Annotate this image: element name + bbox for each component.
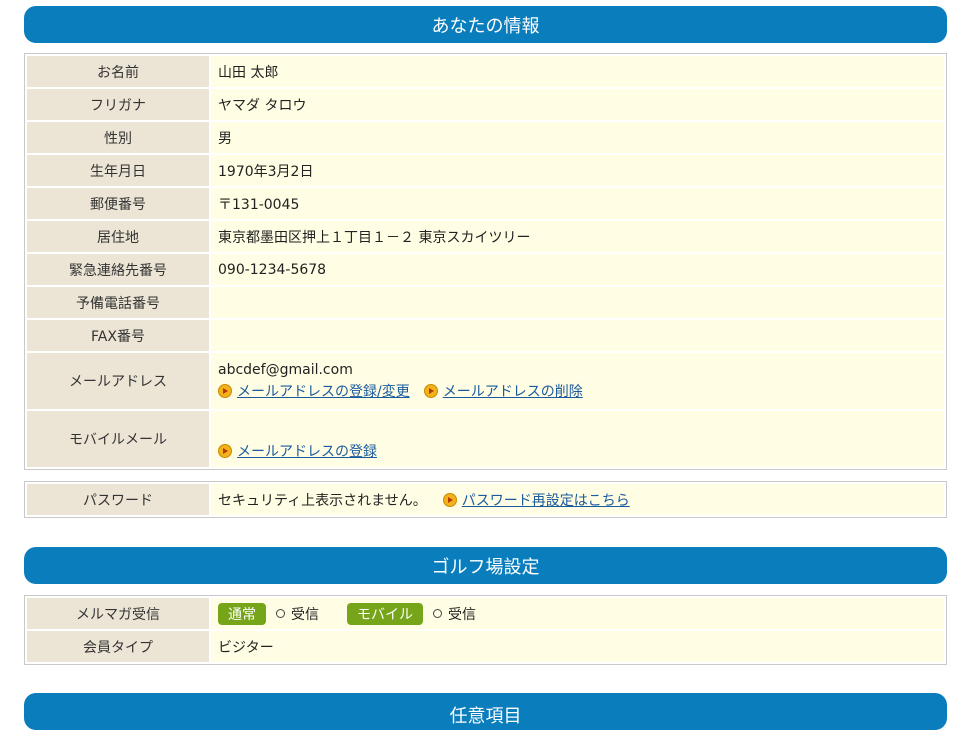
section-header-golf-settings: ゴルフ場設定 [24,547,947,584]
email-register-link[interactable]: メールアドレスの登録/変更 [218,381,410,401]
field-value [211,320,944,351]
password-value: セキュリティ上表示されません。 [218,492,427,509]
normal-badge: 通常 [218,602,266,625]
table-row: 居住地 東京都墨田区押上１丁目１－２ 東京スカイツリー [27,221,944,254]
arrow-bullet-icon [442,492,457,507]
field-label: お名前 [27,56,211,87]
table-row: 生年月日 1970年3月2日 [27,155,944,188]
mobile-receive-option[interactable]: 受信 [433,604,476,624]
section-header-your-info: あなたの情報 [24,6,947,43]
link-label: メールアドレスの削除 [442,383,583,400]
arrow-bullet-icon [423,383,438,398]
table-row-email: メールアドレス abcdef@gmail.com メールアドレスの登録/変更 メ… [27,353,944,411]
link-label: メールアドレスの登録/変更 [237,383,410,400]
table-row: FAX番号 [27,320,944,353]
field-label: メルマガ受信 [27,598,211,629]
email-cell: abcdef@gmail.com メールアドレスの登録/変更 メールアドレスの削… [211,353,944,409]
table-row: 性別 男 [27,122,944,155]
table-row: 緊急連絡先番号 090-1234-5678 [27,254,944,287]
field-value: ヤマダ タロウ [211,89,944,120]
link-label: メールアドレスの登録 [237,444,377,460]
field-value: 1970年3月2日 [211,155,944,186]
link-label: パスワード再設定はこちら [461,492,630,509]
field-value: 山田 太郎 [211,56,944,87]
your-info-table: お名前 山田 太郎 フリガナ ヤマダ タロウ 性別 男 生年月日 1970年3月… [24,53,947,470]
field-value: 男 [211,122,944,153]
password-reset-link[interactable]: パスワード再設定はこちら [442,490,630,510]
email-delete-link[interactable]: メールアドレスの削除 [423,381,583,401]
field-label: 緊急連絡先番号 [27,254,211,285]
table-row: パスワード セキュリティ上表示されません。 パスワード再設定はこちら [27,484,944,515]
field-label: メールアドレス [27,353,211,409]
email-links: メールアドレスの登録/変更 メールアドレスの削除 [218,381,583,401]
field-value: 〒131-0045 [211,188,944,219]
field-label: FAX番号 [27,320,211,351]
section-title: ゴルフ場設定 [431,556,540,578]
table-row: フリガナ ヤマダ タロウ [27,89,944,122]
table-row: 会員タイプ ビジター [27,631,944,662]
normal-receive-option[interactable]: 受信 [276,604,319,624]
email-value: abcdef@gmail.com [218,361,353,378]
arrow-bullet-icon [218,383,232,398]
field-label: 居住地 [27,221,211,252]
arrow-bullet-icon [218,444,232,458]
field-value [211,287,944,318]
golf-settings-table: メルマガ受信 通常 受信 モバイル 受信 会員タイプ ビジター [24,595,947,665]
password-cell: セキュリティ上表示されません。 パスワード再設定はこちら [211,484,944,515]
table-row: お名前 山田 太郎 [27,56,944,89]
field-label: 性別 [27,122,211,153]
option-label: 受信 [291,606,319,623]
field-value: ビジター [211,631,944,662]
section-header-optional: 任意項目 [24,693,947,730]
field-label: モバイルメール [27,411,211,467]
section-title: あなたの情報 [431,15,540,37]
table-row: 予備電話番号 [27,287,944,320]
field-label: 会員タイプ [27,631,211,662]
section-title: 任意項目 [449,706,522,727]
table-row: 郵便番号 〒131-0045 [27,188,944,221]
field-label: 予備電話番号 [27,287,211,318]
table-row-mobile: モバイルメール メールアドレスの登録 [27,411,944,467]
radio-button[interactable] [433,609,442,618]
mobile-cell: メールアドレスの登録 [211,411,944,467]
mobile-badge: モバイル [347,602,423,625]
field-label: パスワード [27,484,211,515]
field-label: フリガナ [27,89,211,120]
field-value: 090-1234-5678 [211,254,944,285]
field-value: 東京都墨田区押上１丁目１－２ 東京スカイツリー [211,221,944,252]
option-label: 受信 [448,606,476,623]
newsletter-cell: 通常 受信 モバイル 受信 [211,598,944,629]
field-label: 郵便番号 [27,188,211,219]
field-label: 生年月日 [27,155,211,186]
radio-button[interactable] [276,609,285,618]
table-row: メルマガ受信 通常 受信 モバイル 受信 [27,598,944,631]
password-table: パスワード セキュリティ上表示されません。 パスワード再設定はこちら [24,481,947,518]
mobile-register-link[interactable]: メールアドレスの登録 [218,441,377,461]
